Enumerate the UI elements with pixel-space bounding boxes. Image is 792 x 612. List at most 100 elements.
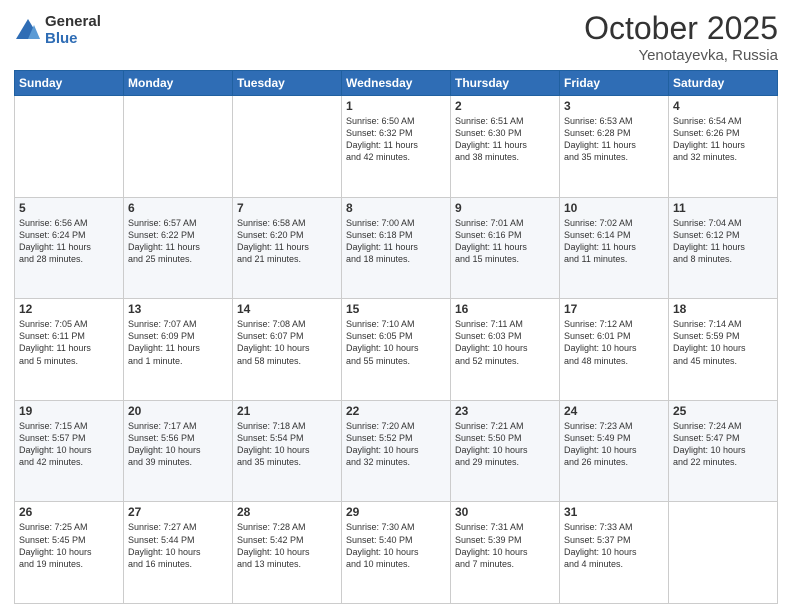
day-info: Sunrise: 6:53 AM Sunset: 6:28 PM Dayligh… — [564, 115, 664, 164]
day-info: Sunrise: 6:58 AM Sunset: 6:20 PM Dayligh… — [237, 217, 337, 266]
day-cell: 24 Sunrise: 7:23 AM Sunset: 5:49 PM Dayli… — [560, 400, 669, 502]
day-header-tuesday: Tuesday — [233, 71, 342, 96]
day-info: Sunrise: 7:30 AM Sunset: 5:40 PM Dayligh… — [346, 521, 446, 570]
day-number: 24 — [564, 404, 664, 418]
day-number: 20 — [128, 404, 228, 418]
day-info: Sunrise: 7:10 AM Sunset: 6:05 PM Dayligh… — [346, 318, 446, 367]
day-number: 7 — [237, 201, 337, 215]
day-info: Sunrise: 7:25 AM Sunset: 5:45 PM Dayligh… — [19, 521, 119, 570]
day-header-thursday: Thursday — [451, 71, 560, 96]
logo-general-text: General — [45, 14, 101, 31]
day-info: Sunrise: 7:12 AM Sunset: 6:01 PM Dayligh… — [564, 318, 664, 367]
day-cell: 26 Sunrise: 7:25 AM Sunset: 5:45 PM Dayli… — [15, 502, 124, 604]
day-cell: 6 Sunrise: 6:57 AM Sunset: 6:22 PM Daylig… — [124, 197, 233, 299]
day-number: 16 — [455, 302, 555, 316]
day-number: 23 — [455, 404, 555, 418]
day-cell: 17 Sunrise: 7:12 AM Sunset: 6:01 PM Dayli… — [560, 299, 669, 401]
day-info: Sunrise: 7:14 AM Sunset: 5:59 PM Dayligh… — [673, 318, 773, 367]
week-row-2: 5Sunrise: 6:56 AM Sunset: 6:24 PM Daylig… — [15, 197, 778, 299]
day-number: 15 — [346, 302, 446, 316]
day-number: 4 — [673, 99, 773, 113]
day-cell: 14 Sunrise: 7:08 AM Sunset: 6:07 PM Dayli… — [233, 299, 342, 401]
day-header-monday: Monday — [124, 71, 233, 96]
day-number: 2 — [455, 99, 555, 113]
day-number: 29 — [346, 505, 446, 519]
day-number: 19 — [19, 404, 119, 418]
logo-blue-text: Blue — [45, 31, 101, 48]
day-number: 27 — [128, 505, 228, 519]
days-header-row: SundayMondayTuesdayWednesdayThursdayFrid… — [15, 71, 778, 96]
location: Yenotayevka, Russia — [584, 47, 778, 64]
day-cell: 19Sunrise: 7:15 AM Sunset: 5:57 PM Dayli… — [15, 400, 124, 502]
day-info: Sunrise: 7:24 AM Sunset: 5:47 PM Dayligh… — [673, 420, 773, 469]
logo-icon — [14, 17, 42, 45]
month-title: October 2025 — [584, 10, 778, 47]
day-number: 11 — [673, 201, 773, 215]
week-row-4: 19Sunrise: 7:15 AM Sunset: 5:57 PM Dayli… — [15, 400, 778, 502]
day-number: 6 — [128, 201, 228, 215]
day-cell: 9 Sunrise: 7:01 AM Sunset: 6:16 PM Daylig… — [451, 197, 560, 299]
day-number: 1 — [346, 99, 446, 113]
day-cell: 8Sunrise: 7:00 AM Sunset: 6:18 PM Daylig… — [342, 197, 451, 299]
day-info: Sunrise: 6:50 AM Sunset: 6:32 PM Dayligh… — [346, 115, 446, 164]
day-cell: 2 Sunrise: 6:51 AM Sunset: 6:30 PM Daylig… — [451, 96, 560, 198]
day-info: Sunrise: 7:33 AM Sunset: 5:37 PM Dayligh… — [564, 521, 664, 570]
day-info: Sunrise: 7:23 AM Sunset: 5:49 PM Dayligh… — [564, 420, 664, 469]
day-info: Sunrise: 7:00 AM Sunset: 6:18 PM Dayligh… — [346, 217, 446, 266]
day-info: Sunrise: 7:18 AM Sunset: 5:54 PM Dayligh… — [237, 420, 337, 469]
day-info: Sunrise: 7:08 AM Sunset: 6:07 PM Dayligh… — [237, 318, 337, 367]
day-info: Sunrise: 6:56 AM Sunset: 6:24 PM Dayligh… — [19, 217, 119, 266]
day-number: 22 — [346, 404, 446, 418]
day-cell: 25 Sunrise: 7:24 AM Sunset: 5:47 PM Dayli… — [669, 400, 778, 502]
day-info: Sunrise: 7:02 AM Sunset: 6:14 PM Dayligh… — [564, 217, 664, 266]
day-cell: 21 Sunrise: 7:18 AM Sunset: 5:54 PM Dayli… — [233, 400, 342, 502]
day-number: 25 — [673, 404, 773, 418]
day-number: 13 — [128, 302, 228, 316]
day-number: 14 — [237, 302, 337, 316]
day-info: Sunrise: 6:51 AM Sunset: 6:30 PM Dayligh… — [455, 115, 555, 164]
day-info: Sunrise: 7:31 AM Sunset: 5:39 PM Dayligh… — [455, 521, 555, 570]
day-number: 9 — [455, 201, 555, 215]
day-info: Sunrise: 7:28 AM Sunset: 5:42 PM Dayligh… — [237, 521, 337, 570]
day-cell: 4 Sunrise: 6:54 AM Sunset: 6:26 PM Daylig… — [669, 96, 778, 198]
day-info: Sunrise: 7:20 AM Sunset: 5:52 PM Dayligh… — [346, 420, 446, 469]
day-cell: 15 Sunrise: 7:10 AM Sunset: 6:05 PM Dayli… — [342, 299, 451, 401]
day-info: Sunrise: 7:01 AM Sunset: 6:16 PM Dayligh… — [455, 217, 555, 266]
day-info: Sunrise: 6:54 AM Sunset: 6:26 PM Dayligh… — [673, 115, 773, 164]
day-info: Sunrise: 6:57 AM Sunset: 6:22 PM Dayligh… — [128, 217, 228, 266]
week-row-3: 12 Sunrise: 7:05 AM Sunset: 6:11 PM Dayli… — [15, 299, 778, 401]
day-cell: 18 Sunrise: 7:14 AM Sunset: 5:59 PM Dayli… — [669, 299, 778, 401]
day-cell — [233, 96, 342, 198]
day-cell: 12 Sunrise: 7:05 AM Sunset: 6:11 PM Dayli… — [15, 299, 124, 401]
day-number: 17 — [564, 302, 664, 316]
day-number: 18 — [673, 302, 773, 316]
day-info: Sunrise: 7:27 AM Sunset: 5:44 PM Dayligh… — [128, 521, 228, 570]
day-cell: 27 Sunrise: 7:27 AM Sunset: 5:44 PM Dayli… — [124, 502, 233, 604]
day-info: Sunrise: 7:17 AM Sunset: 5:56 PM Dayligh… — [128, 420, 228, 469]
day-info: Sunrise: 7:05 AM Sunset: 6:11 PM Dayligh… — [19, 318, 119, 367]
day-cell — [124, 96, 233, 198]
day-number: 21 — [237, 404, 337, 418]
day-cell: 3Sunrise: 6:53 AM Sunset: 6:28 PM Daylig… — [560, 96, 669, 198]
day-cell: 5Sunrise: 6:56 AM Sunset: 6:24 PM Daylig… — [15, 197, 124, 299]
day-cell: 13 Sunrise: 7:07 AM Sunset: 6:09 PM Dayli… — [124, 299, 233, 401]
day-cell: 29 Sunrise: 7:30 AM Sunset: 5:40 PM Dayli… — [342, 502, 451, 604]
day-cell: 10Sunrise: 7:02 AM Sunset: 6:14 PM Dayli… — [560, 197, 669, 299]
day-header-saturday: Saturday — [669, 71, 778, 96]
day-cell: 20 Sunrise: 7:17 AM Sunset: 5:56 PM Dayli… — [124, 400, 233, 502]
day-cell: 16 Sunrise: 7:11 AM Sunset: 6:03 PM Dayli… — [451, 299, 560, 401]
week-row-1: 1 Sunrise: 6:50 AM Sunset: 6:32 PM Daylig… — [15, 96, 778, 198]
day-cell: 28Sunrise: 7:28 AM Sunset: 5:42 PM Dayli… — [233, 502, 342, 604]
day-number: 26 — [19, 505, 119, 519]
day-cell — [15, 96, 124, 198]
day-info: Sunrise: 7:11 AM Sunset: 6:03 PM Dayligh… — [455, 318, 555, 367]
day-number: 30 — [455, 505, 555, 519]
day-header-wednesday: Wednesday — [342, 71, 451, 96]
day-info: Sunrise: 7:04 AM Sunset: 6:12 PM Dayligh… — [673, 217, 773, 266]
day-info: Sunrise: 7:07 AM Sunset: 6:09 PM Dayligh… — [128, 318, 228, 367]
day-number: 12 — [19, 302, 119, 316]
day-cell — [669, 502, 778, 604]
day-number: 31 — [564, 505, 664, 519]
day-cell: 1 Sunrise: 6:50 AM Sunset: 6:32 PM Daylig… — [342, 96, 451, 198]
day-cell: 7 Sunrise: 6:58 AM Sunset: 6:20 PM Daylig… — [233, 197, 342, 299]
